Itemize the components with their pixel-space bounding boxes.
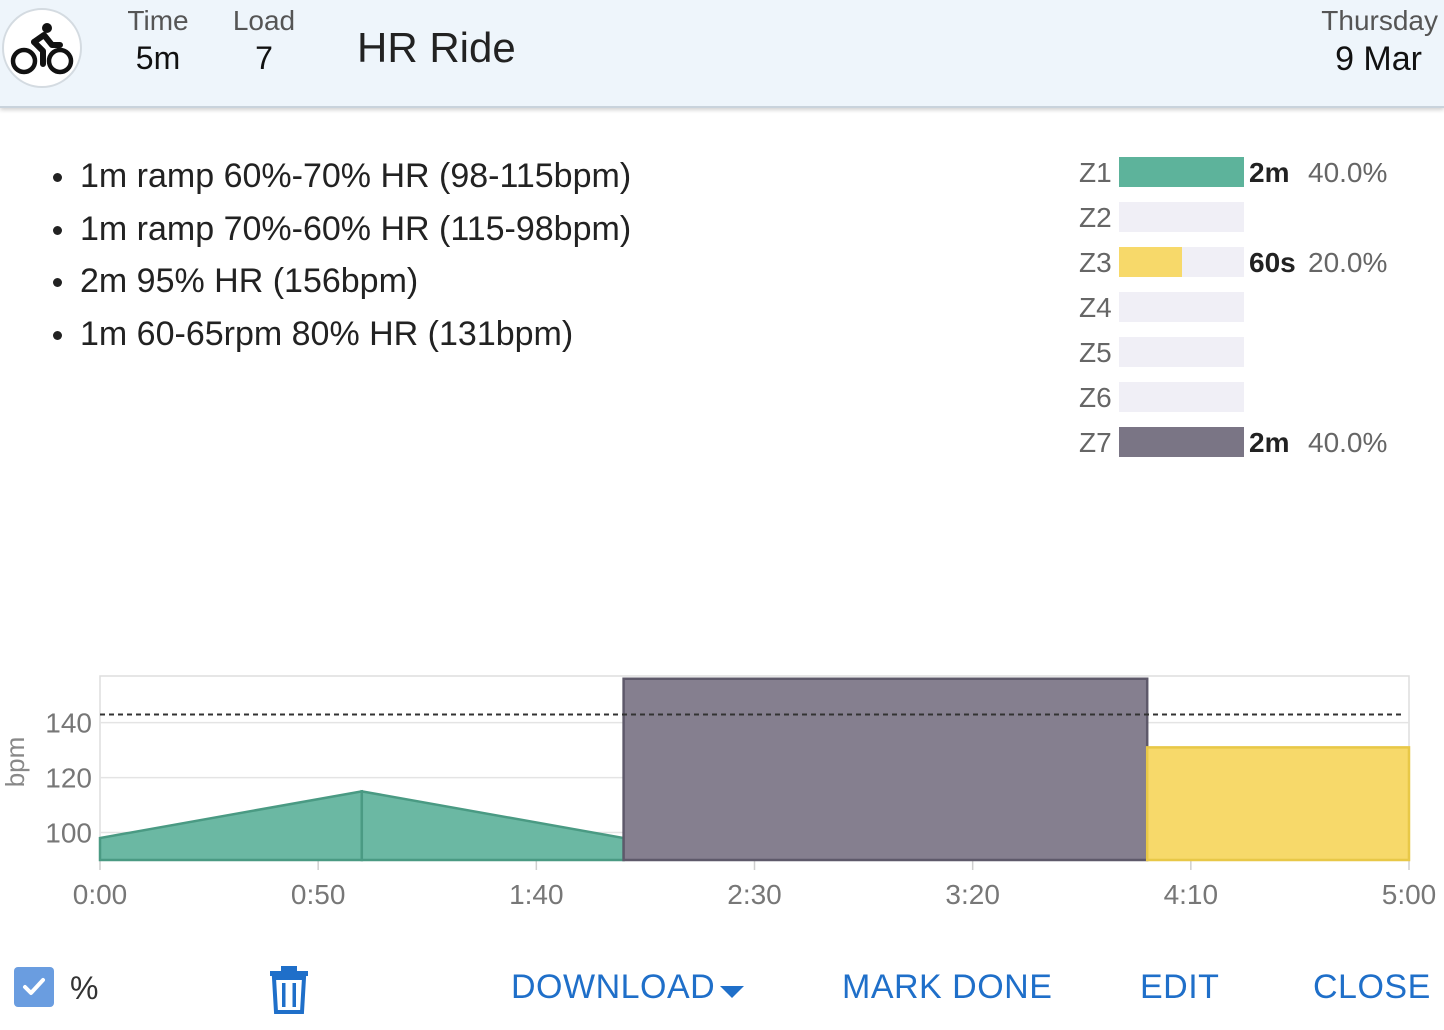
zone-row-z4: Z4 bbox=[1076, 285, 1416, 330]
percent-label: % bbox=[70, 970, 99, 1006]
zone-bar-fill bbox=[1119, 247, 1182, 277]
checkmark-icon bbox=[23, 978, 45, 995]
zone-bar-track bbox=[1119, 382, 1244, 412]
zone-time: 2m bbox=[1249, 157, 1290, 188]
zone-bar-track bbox=[1119, 337, 1244, 367]
zone-name: Z7 bbox=[1079, 427, 1112, 458]
action-bar: % DOWNLOAD MARK DONE EDIT CLOSE bbox=[0, 950, 1444, 1030]
y-axis-label: bpm bbox=[0, 737, 30, 788]
zone-name: Z2 bbox=[1079, 202, 1112, 233]
zone-row-z1: Z1 2m 40.0% bbox=[1076, 150, 1416, 195]
zone-row-z3: Z3 60s 20.0% bbox=[1076, 240, 1416, 285]
step-item: 1m 60-65rpm 80% HR (131bpm) bbox=[48, 308, 631, 361]
x-tick-label: 0:50 bbox=[291, 879, 346, 910]
workout-header: Time 5m Load 7 HR Ride Thursday 9 Mar bbox=[0, 0, 1444, 108]
step-item: 1m ramp 60%-70% HR (98-115bpm) bbox=[48, 150, 631, 203]
trash-icon bbox=[270, 966, 308, 1014]
delete-button[interactable] bbox=[268, 964, 310, 1014]
zone-bar-track bbox=[1119, 427, 1244, 457]
zone-name: Z6 bbox=[1079, 382, 1112, 413]
zone-name: Z3 bbox=[1079, 247, 1112, 278]
zone-bar-fill bbox=[1119, 427, 1244, 457]
time-label: Time bbox=[127, 5, 189, 36]
x-tick-label: 0:00 bbox=[73, 879, 128, 910]
zone-bar-track bbox=[1119, 247, 1244, 277]
zone-row-z5: Z5 bbox=[1076, 330, 1416, 375]
zone-percent: 40.0% bbox=[1308, 427, 1388, 458]
cycling-icon bbox=[2, 8, 82, 88]
zone-time: 60s bbox=[1249, 247, 1296, 278]
workout-title: HR Ride bbox=[357, 24, 516, 71]
zone-percent: 20.0% bbox=[1308, 247, 1388, 278]
chevron-down-icon[interactable] bbox=[720, 986, 744, 998]
zone-bar-fill bbox=[1119, 157, 1244, 187]
y-tick-label: 140 bbox=[45, 708, 92, 739]
x-tick-label: 5:00 bbox=[1382, 879, 1437, 910]
zone-percent: 40.0% bbox=[1308, 157, 1388, 188]
workout-date: Thursday 9 Mar bbox=[1321, 4, 1438, 80]
time-value: 5m bbox=[135, 40, 181, 76]
mark-done-button[interactable]: MARK DONE bbox=[842, 968, 1052, 1007]
day-of-week: Thursday bbox=[1321, 5, 1438, 36]
zone-name: Z5 bbox=[1079, 337, 1112, 368]
percent-checkbox[interactable] bbox=[14, 967, 54, 1007]
zone-row-z2: Z2 bbox=[1076, 195, 1416, 240]
x-tick-label: 4:10 bbox=[1164, 879, 1219, 910]
hr-profile-chart: 100 120 140 0:00 0:50 1:40 2:30 3:20 4:10 5:00 bpm bbox=[0, 675, 1437, 910]
date-value: 9 Mar bbox=[1335, 40, 1422, 78]
step-item: 1m ramp 70%-60% HR (115-98bpm) bbox=[48, 203, 631, 256]
zone-time: 2m bbox=[1249, 427, 1290, 458]
download-button[interactable]: DOWNLOAD bbox=[511, 968, 715, 1007]
x-tick-label: 2:30 bbox=[727, 879, 782, 910]
zone-row-z7: Z7 2m 40.0% bbox=[1076, 420, 1416, 465]
edit-button[interactable]: EDIT bbox=[1140, 968, 1219, 1007]
x-tick-label: 3:20 bbox=[945, 879, 1000, 910]
hr-segment bbox=[1145, 746, 1411, 862]
hr-segment bbox=[622, 677, 1149, 862]
zone-bar-track bbox=[1119, 202, 1244, 232]
load-value: 7 bbox=[255, 40, 273, 76]
y-tick-label: 100 bbox=[45, 818, 92, 849]
close-button[interactable]: CLOSE bbox=[1313, 968, 1431, 1007]
x-tick-label: 1:40 bbox=[509, 879, 564, 910]
load-label: Load bbox=[232, 5, 296, 36]
zone-name: Z1 bbox=[1079, 157, 1112, 188]
zone-bar-track bbox=[1119, 157, 1244, 187]
y-tick-label: 120 bbox=[45, 763, 92, 794]
zone-name: Z4 bbox=[1079, 292, 1112, 323]
workout-steps: 1m ramp 60%-70% HR (98-115bpm) 1m ramp 7… bbox=[48, 150, 631, 360]
zone-row-z6: Z6 bbox=[1076, 375, 1416, 420]
time-stat: Time 5m bbox=[122, 4, 194, 78]
zone-bar-track bbox=[1119, 292, 1244, 322]
step-item: 2m 95% HR (156bpm) bbox=[48, 255, 631, 308]
load-stat: Load 7 bbox=[228, 4, 300, 78]
